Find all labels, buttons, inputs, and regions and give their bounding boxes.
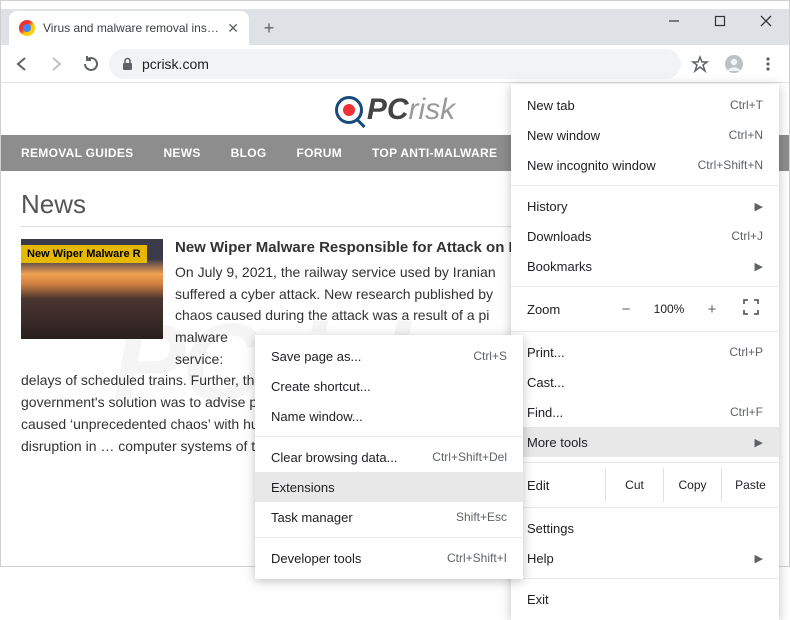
chevron-right-icon: ▶ (755, 200, 763, 213)
nav-news[interactable]: NEWS (163, 146, 200, 160)
window-close-button[interactable] (743, 5, 789, 37)
bookmark-star-icon[interactable] (685, 49, 715, 79)
menu-cast[interactable]: Cast... (511, 367, 779, 397)
tab-strip: Virus and malware removal instru… ✕ + (1, 9, 789, 45)
browser-toolbar: pcrisk.com (1, 45, 789, 83)
submenu-save-page[interactable]: Save page as...Ctrl+S (255, 341, 523, 371)
menu-history[interactable]: History▶ (511, 191, 779, 221)
menu-bookmarks[interactable]: Bookmarks▶ (511, 251, 779, 281)
submenu-name-window[interactable]: Name window... (255, 401, 523, 431)
window-maximize-button[interactable] (697, 5, 743, 37)
menu-downloads[interactable]: DownloadsCtrl+J (511, 221, 779, 251)
article-line: On July 9, 2021, the railway service use… (175, 262, 513, 284)
menu-exit[interactable]: Exit (511, 584, 779, 614)
submenu-developer-tools[interactable]: Developer toolsCtrl+Shift+I (255, 543, 523, 573)
forward-button[interactable] (41, 49, 71, 79)
zoom-in-button[interactable]: + (699, 301, 725, 318)
menu-help[interactable]: Help▶ (511, 543, 779, 573)
nav-top-antimalware[interactable]: TOP ANTI-MALWARE (372, 146, 497, 160)
new-tab-button[interactable]: + (255, 14, 283, 42)
nav-removal-guides[interactable]: REMOVAL GUIDES (21, 146, 133, 160)
chevron-right-icon: ▶ (755, 436, 763, 449)
edit-cut-button[interactable]: Cut (605, 468, 663, 502)
window-minimize-button[interactable] (651, 5, 697, 37)
article-line: suffered a cyber attack. New research pu… (175, 284, 513, 306)
nav-forum[interactable]: FORUM (297, 146, 343, 160)
menu-find[interactable]: Find...Ctrl+F (511, 397, 779, 427)
back-button[interactable] (7, 49, 37, 79)
profile-icon[interactable] (719, 49, 749, 79)
thumbnail-caption: New Wiper Malware R (21, 245, 147, 263)
submenu-create-shortcut[interactable]: Create shortcut... (255, 371, 523, 401)
browser-tab[interactable]: Virus and malware removal instru… ✕ (9, 11, 249, 45)
tab-favicon (19, 20, 35, 36)
address-bar[interactable]: pcrisk.com (109, 49, 681, 79)
chevron-right-icon: ▶ (755, 552, 763, 565)
menu-settings[interactable]: Settings (511, 513, 779, 543)
menu-new-tab[interactable]: New tabCtrl+T (511, 90, 779, 120)
menu-zoom-row: Zoom − 100% + (511, 292, 779, 326)
article-title[interactable]: New Wiper Malware Responsible for Attack… (175, 239, 513, 256)
tab-close-icon[interactable]: ✕ (227, 20, 239, 37)
url-text: pcrisk.com (142, 56, 209, 72)
reload-button[interactable] (75, 49, 105, 79)
chrome-main-menu: New tabCtrl+T New windowCtrl+N New incog… (511, 84, 779, 620)
menu-new-incognito[interactable]: New incognito windowCtrl+Shift+N (511, 150, 779, 180)
submenu-extensions[interactable]: Extensions (255, 472, 523, 502)
tab-title: Virus and malware removal instru… (43, 21, 219, 35)
edit-copy-button[interactable]: Copy (663, 468, 721, 502)
fullscreen-icon[interactable] (743, 299, 763, 319)
menu-edit-row: Edit Cut Copy Paste (511, 468, 779, 502)
lock-icon[interactable] (121, 57, 134, 71)
submenu-task-manager[interactable]: Task managerShift+Esc (255, 502, 523, 532)
menu-print[interactable]: Print...Ctrl+P (511, 337, 779, 367)
chevron-right-icon: ▶ (755, 260, 763, 273)
more-tools-submenu: Save page as...Ctrl+S Create shortcut...… (255, 335, 523, 579)
zoom-out-button[interactable]: − (613, 301, 639, 318)
nav-blog[interactable]: BLOG (231, 146, 267, 160)
article-line: chaos caused during the attack was a res… (175, 305, 513, 327)
zoom-value: 100% (649, 302, 689, 316)
article-thumbnail[interactable]: New Wiper Malware R (21, 239, 163, 339)
menu-new-window[interactable]: New windowCtrl+N (511, 120, 779, 150)
magnifier-icon (335, 96, 363, 124)
menu-more-tools[interactable]: More tools▶ (511, 427, 779, 457)
submenu-clear-browsing-data[interactable]: Clear browsing data...Ctrl+Shift+Del (255, 442, 523, 472)
edit-paste-button[interactable]: Paste (721, 468, 779, 502)
chrome-menu-button[interactable] (753, 49, 783, 79)
